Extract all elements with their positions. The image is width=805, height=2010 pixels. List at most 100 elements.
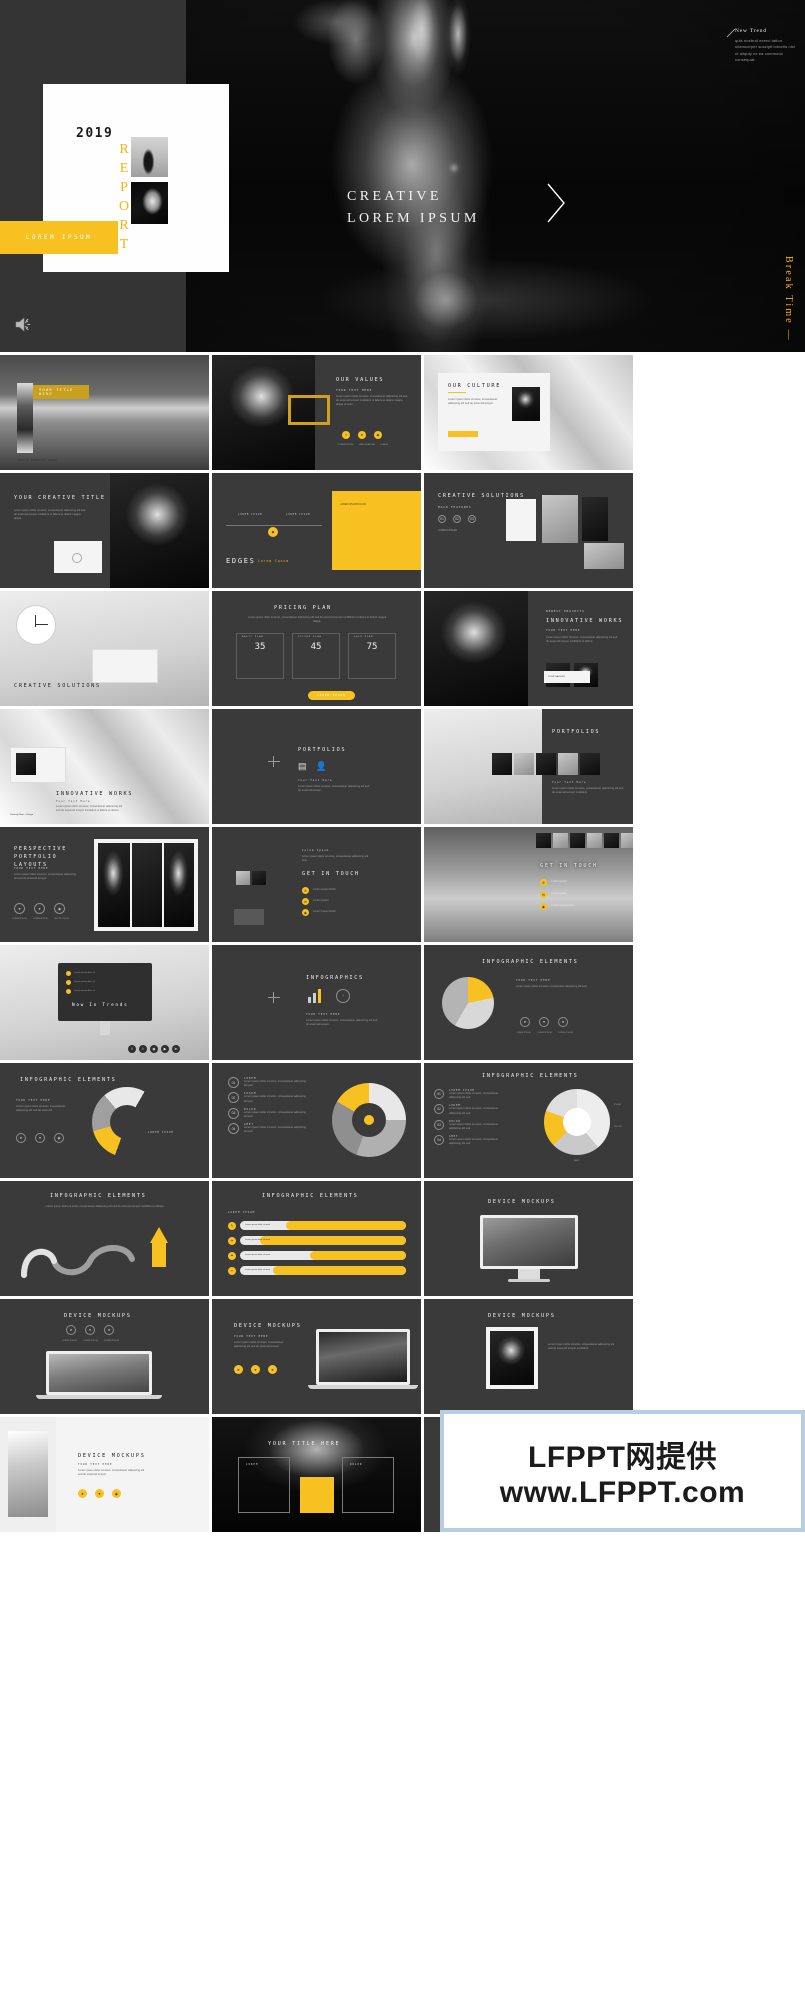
slide-title: DEVICE MOCKUPS bbox=[64, 1313, 132, 1319]
slide-body: Lorem ipsum dolor sit amet, consectetuer… bbox=[298, 785, 370, 793]
slide-thumb-perspective-portfolio[interactable]: PERSPECTIVE PORTFOLIO LAYOUTS YOUR TEXT … bbox=[0, 827, 209, 942]
slide-thumb-pricing-plan[interactable]: PRICING PLAN Lorem ipsum dolor sit amet,… bbox=[212, 591, 421, 706]
slide-caption: Perfectly Neat + Design bbox=[10, 814, 34, 816]
slide-thumb-closing[interactable]: YOUR TITLE HERE LOREM DOLOR bbox=[212, 1417, 421, 1532]
avatar-1 bbox=[536, 833, 551, 848]
slide-thumb-your-creative-title[interactable]: YOUR CREATIVE TITLE Lorem ipsum dolor si… bbox=[0, 473, 209, 588]
pin-icon[interactable]: ◉ bbox=[374, 431, 382, 439]
clock-hand-hour bbox=[35, 615, 37, 627]
culture-photo bbox=[512, 387, 540, 421]
slide-thumb-device-frame[interactable]: DEVICE MOCKUPS Lorem ipsum dolor sit ame… bbox=[424, 1299, 633, 1414]
send-icon[interactable]: ➤ bbox=[520, 1017, 530, 1027]
hero-vertical-text: Break Time — bbox=[783, 256, 794, 342]
slide-thumb-infographic-roadmap[interactable]: INFOGRAPHIC ELEMENTS Lorem ipsum dolor s… bbox=[0, 1181, 209, 1296]
slide-thumb-infographic-bars[interactable]: INFOGRAPHIC ELEMENTS LOREM IPSUM ✎ Lorem… bbox=[212, 1181, 421, 1296]
slide-thumb-your-title-here[interactable]: YOUR TITLE HERE PHOTO COMPANY LOGO bbox=[0, 355, 209, 470]
user-icon[interactable]: ◉ bbox=[112, 1489, 121, 1498]
pricing-cta[interactable]: LOREM IPSUM bbox=[308, 683, 355, 701]
star-icon[interactable]: ★ bbox=[558, 1017, 568, 1027]
youtube-icon[interactable]: ▶ bbox=[161, 1045, 169, 1053]
phone-icon[interactable]: ✆ bbox=[540, 879, 547, 886]
heart-icon[interactable]: ♥ bbox=[95, 1489, 104, 1498]
heart-icon[interactable]: ♥ bbox=[35, 1133, 45, 1143]
pin-icon[interactable]: ◉ bbox=[302, 909, 309, 916]
card-label-2: DOLOR bbox=[350, 1463, 363, 1466]
heart-icon[interactable]: ♥ bbox=[34, 903, 45, 914]
user-icon[interactable]: ◉ bbox=[54, 903, 65, 914]
twitter-icon[interactable]: t bbox=[139, 1045, 147, 1053]
slide-thumb-creative-solutions-a[interactable]: CREATIVE SOLUTIONS MAIN FEATURES 01 02 0… bbox=[424, 473, 633, 588]
send-icon[interactable]: ➤ bbox=[16, 1133, 26, 1143]
heart-icon[interactable]: ♥ bbox=[539, 1017, 549, 1027]
mail-icon[interactable]: ✉ bbox=[302, 898, 309, 905]
slide-thumb-device-macbook-a[interactable]: DEVICE MOCKUPS ➤ ♥ ★ LOREM IPSUM LOREM I… bbox=[0, 1299, 209, 1414]
slide-thumb-our-values[interactable]: OUR VALUES YOUR TEXT HERE Lorem ipsum do… bbox=[212, 355, 421, 470]
hero-report-letters: R E P O R T bbox=[117, 140, 131, 254]
slide-title: DEVICE MOCKUPS bbox=[78, 1453, 146, 1459]
slide-thumb-device-poster[interactable]: DEVICE MOCKUPS YOUR TEXT HERE Lorem ipsu… bbox=[0, 1417, 209, 1532]
slide-thumb-portfolios-icons[interactable]: PORTFOLIOS ▤ 👤 Your Text Here Lorem ipsu… bbox=[212, 709, 421, 824]
send-icon[interactable]: ➤ bbox=[358, 431, 366, 439]
phone-icon[interactable]: ✆ bbox=[302, 887, 309, 894]
row-desc: Lorem ipsum dolor sit amet, consectetuer… bbox=[449, 1107, 499, 1115]
plan-label-2: SILVER PLAN bbox=[298, 636, 322, 638]
panel-text: LOREM IPSUM DOLOR bbox=[340, 503, 366, 506]
slide-thumb-our-culture[interactable]: OUR CULTURE Lorem ipsum dolor sit amet, … bbox=[424, 355, 633, 470]
slide-body: Lorem ipsum dolor sit amet, consectetuer… bbox=[16, 1105, 66, 1113]
instagram-icon[interactable]: ◉ bbox=[150, 1045, 158, 1053]
star-icon[interactable]: ★ bbox=[104, 1325, 114, 1335]
bar-label-3: Lorem ipsum dolor sit amet bbox=[245, 1254, 271, 1256]
icon-row: ➤ ♥ ◉ bbox=[78, 1489, 121, 1498]
send-icon[interactable]: ➤ bbox=[78, 1489, 87, 1498]
slide-subtitle: MAIN FEATURES bbox=[438, 505, 472, 509]
slide-body: Lorem ipsum dolor sit amet, consectetuer… bbox=[247, 616, 387, 624]
slide-thumb-infographic-rings[interactable]: 01 LOREM Lorem ipsum dolor sit amet, conse… bbox=[212, 1063, 421, 1178]
slide-thumb-infographic-gauge[interactable]: INFOGRAPHIC ELEMENTS YOUR TEXT HERE Lore… bbox=[0, 1063, 209, 1178]
slide-thumb-get-in-touch-a[interactable]: Lorem Ipsum Lorem ipsum dolor sit amet, … bbox=[212, 827, 421, 942]
mail-icon[interactable]: ✉ bbox=[540, 891, 547, 898]
hero-cta-button[interactable]: LOREM IPSUM bbox=[0, 221, 118, 254]
slide-thumb-creative-solutions-b[interactable]: CREATIVE SOLUTIONS bbox=[0, 591, 209, 706]
star-icon[interactable]: ★ bbox=[268, 1365, 277, 1374]
pin-icon[interactable]: ◉ bbox=[540, 903, 547, 910]
briefcase-icon[interactable]: ▤ bbox=[298, 761, 307, 772]
slide-title: OUR CULTURE bbox=[448, 383, 502, 389]
row-desc: Lorem ipsum dolor sit amet, consectetuer… bbox=[244, 1080, 306, 1088]
bar-label-4: Lorem ipsum dolor sit amet bbox=[245, 1269, 271, 1271]
linkedin-icon[interactable]: in bbox=[172, 1045, 180, 1053]
slide-thumb-infographics[interactable]: INFOGRAPHICS ◔ YOUR TEXT HERE Lorem ipsu… bbox=[212, 945, 421, 1060]
heart-icon[interactable]: ♥ bbox=[85, 1325, 95, 1335]
chevron-right-icon[interactable] bbox=[545, 182, 567, 224]
slide-thumb-device-macbook-b[interactable]: DEVICE MOCKUPS YOUR TEXT HERE Lorem ipsu… bbox=[212, 1299, 421, 1414]
slide-body: Lorem ipsum dolor sit amet, consectetuer… bbox=[336, 395, 408, 407]
slide-thumb-infographic-donut[interactable]: INFOGRAPHIC ELEMENTS 01 LOREM IPSUM Lorem … bbox=[424, 1063, 633, 1178]
slide-thumb-device-imac[interactable]: DEVICE MOCKUPS bbox=[424, 1181, 633, 1296]
slide-subtitle: Your Text Here bbox=[298, 779, 333, 782]
slide-thumb-innovative-works-b[interactable]: INNOVATIVE WORKS Your Text Here Lorem ip… bbox=[0, 709, 209, 824]
heart-icon[interactable]: ♥ bbox=[251, 1365, 260, 1374]
slide-thumb-edges[interactable]: LOREM IPSUM DOLOR ◆ LOREM IPSUM LOREM IP… bbox=[212, 473, 421, 588]
gauge-label: LOREM IPSUM bbox=[148, 1131, 174, 1134]
slide-thumb-get-in-touch-b[interactable]: GET IN TOUCH ✆ Lorem Ipsum ✉ Lorem Ipsum… bbox=[424, 827, 633, 942]
slide-thumb-portfolios-gallery[interactable]: PORTFOLIOS Your Text Here Lorem ipsum do… bbox=[424, 709, 633, 824]
row-desc: Lorem ipsum dolor sit amet, consectetuer… bbox=[449, 1122, 499, 1131]
send-icon[interactable]: ➤ bbox=[14, 903, 25, 914]
speaker-icon[interactable] bbox=[14, 316, 34, 333]
slide-kicker: YOUR TEXT HERE bbox=[546, 629, 581, 632]
slide-thumb-infographic-pie[interactable]: INFOGRAPHIC ELEMENTS YOUR TEXT HERE Lore… bbox=[424, 945, 633, 1060]
monitor-stand bbox=[100, 1021, 110, 1035]
step-03: 03 bbox=[468, 515, 476, 523]
send-icon[interactable]: ➤ bbox=[66, 1325, 76, 1335]
people-icon[interactable]: 👤 bbox=[316, 761, 327, 772]
facebook-icon[interactable]: f bbox=[128, 1045, 136, 1053]
slide-body: Lorem ipsum dolor sit amet, consectetuer… bbox=[306, 1019, 378, 1027]
slide-title: INFOGRAPHIC ELEMENTS bbox=[20, 1077, 117, 1083]
frame-photo-3 bbox=[164, 843, 194, 927]
hero-slide[interactable]: 2019 R E P O R T LOREM IPSUM CREATIVE LO… bbox=[0, 0, 805, 352]
slide-thumb-innovative-works-a[interactable]: NEWEST PROJECTS INNOVATIVE WORKS YOUR TE… bbox=[424, 591, 633, 706]
slide-thumb-desktop-mockup[interactable]: Lorem ipsum dolor sit Lorem ipsum dolor … bbox=[0, 945, 209, 1060]
user-icon[interactable]: ◉ bbox=[54, 1133, 64, 1143]
hero-photo bbox=[186, 0, 805, 352]
send-icon[interactable]: ➤ bbox=[234, 1365, 243, 1374]
facebook-icon[interactable]: f bbox=[342, 431, 350, 439]
